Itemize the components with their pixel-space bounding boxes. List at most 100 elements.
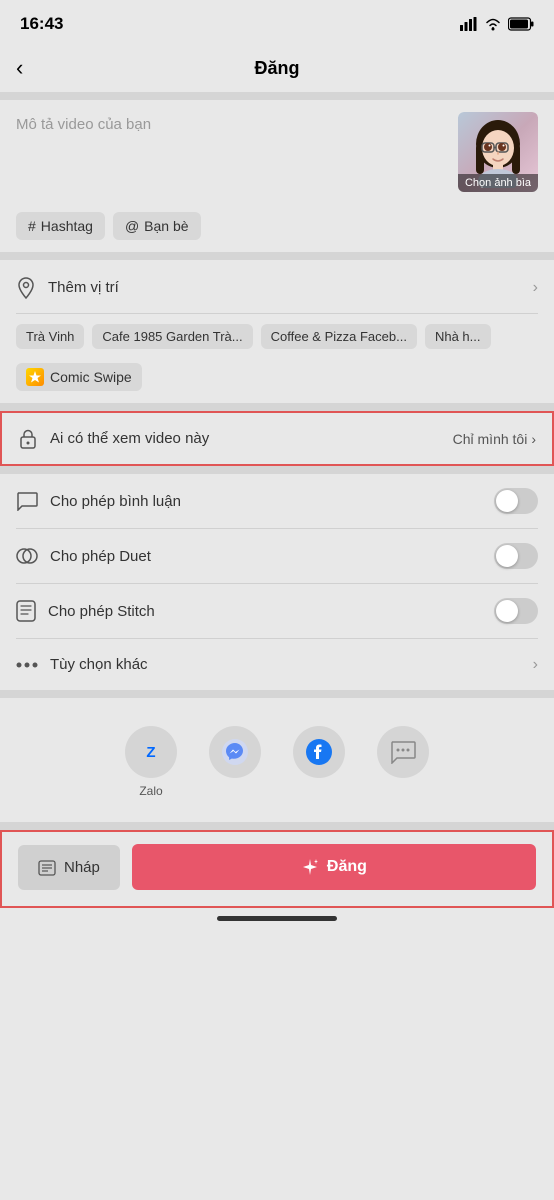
tag-row: # Hashtag @ Bạn bè (0, 204, 554, 252)
comments-toggle-knob (496, 490, 518, 512)
more-options-row[interactable]: Tùy chọn khác › (0, 639, 554, 690)
hashtag-label: Hashtag (41, 218, 93, 234)
home-bar (217, 916, 337, 921)
duet-toggle-knob (496, 545, 518, 567)
who-can-view-text: Chỉ mình tôi (453, 431, 528, 447)
location-left: Thêm vị trí (16, 276, 119, 299)
friends-button[interactable]: @ Bạn bè (113, 212, 201, 240)
share-facebook[interactable] (293, 726, 345, 798)
message-svg (390, 740, 416, 764)
draft-label: Nháp (64, 859, 100, 876)
share-message[interactable] (377, 726, 429, 798)
status-icons (460, 17, 534, 31)
post-label: Đăng (327, 858, 367, 876)
section-divider-2 (0, 252, 554, 260)
comments-icon (16, 490, 38, 513)
status-time: 16:43 (20, 14, 63, 34)
chip-tra-vinh[interactable]: Trà Vinh (16, 324, 84, 349)
friends-label: Bạn bè (144, 218, 188, 234)
duet-toggle[interactable] (494, 543, 538, 569)
back-button[interactable]: ‹ (16, 55, 23, 81)
location-section: Thêm vị trí › (0, 262, 554, 314)
duet-icon (16, 545, 38, 568)
stitch-svg (16, 600, 36, 622)
comments-label: Cho phép bình luận (50, 493, 181, 510)
add-location-row[interactable]: Thêm vị trí › (16, 262, 538, 314)
location-icon (16, 276, 36, 299)
video-thumbnail[interactable]: Chọn ảnh bìa (458, 112, 538, 192)
stitch-toggle[interactable] (494, 598, 538, 624)
zalo-label: Zalo (139, 784, 162, 798)
draft-icon (38, 859, 56, 876)
stitch-left: Cho phép Stitch (16, 600, 155, 623)
who-can-view-value: Chỉ mình tôi › (453, 431, 536, 447)
location-chevron: › (533, 279, 538, 297)
add-location-label: Thêm vị trí (48, 279, 119, 296)
wifi-icon (484, 17, 502, 31)
chip-nha[interactable]: Nhà h... (425, 324, 491, 349)
share-zalo[interactable]: Z Zalo (125, 726, 177, 798)
battery-icon (508, 17, 534, 31)
draft-button[interactable]: Nháp (18, 845, 120, 890)
section-divider-5 (0, 690, 554, 698)
share-messenger[interactable] (209, 726, 261, 798)
dots-svg (16, 662, 38, 668)
status-bar: 16:43 (0, 0, 554, 44)
bottom-buttons-section: Nháp Đăng (0, 830, 554, 908)
settings-section: Cho phép bình luận Cho phép Duet (0, 474, 554, 690)
stitch-icon (16, 600, 36, 623)
section-divider-3 (0, 403, 554, 411)
lock-icon (18, 427, 38, 450)
home-indicator (0, 908, 554, 933)
sparkle-svg (301, 858, 319, 876)
header: ‹ Đăng (0, 44, 554, 92)
messenger-icon[interactable] (209, 726, 261, 778)
location-chips-row: Trà Vinh Cafe 1985 Garden Trà... Coffee … (0, 314, 554, 359)
chip-cafe-1985[interactable]: Cafe 1985 Garden Trà... (92, 324, 252, 349)
star-icon (28, 370, 42, 384)
cover-label[interactable]: Chọn ảnh bìa (458, 174, 538, 192)
message-icon[interactable] (377, 726, 429, 778)
facebook-svg (305, 738, 333, 766)
more-options-chevron: › (533, 656, 538, 674)
who-can-view-chevron: › (531, 431, 536, 447)
header-title: Đăng (255, 58, 300, 79)
section-divider-4 (0, 466, 554, 474)
duet-label: Cho phép Duet (50, 548, 151, 565)
comments-toggle[interactable] (494, 488, 538, 514)
allow-duet-row[interactable]: Cho phép Duet (0, 529, 554, 583)
draft-svg (38, 860, 56, 876)
stitch-toggle-knob (496, 600, 518, 622)
more-icon (16, 653, 38, 676)
who-can-view-section: Ai có thể xem video này Chỉ mình tôi › (0, 411, 554, 466)
who-can-view-row[interactable]: Ai có thể xem video này Chỉ mình tôi › (2, 413, 552, 464)
who-can-view-label: Ai có thể xem video này (50, 430, 209, 447)
more-options-label: Tùy chọn khác (50, 656, 148, 673)
duet-svg (16, 546, 38, 566)
stitch-label: Cho phép Stitch (48, 603, 155, 620)
special-chips-row: Comic Swipe (0, 359, 554, 403)
video-description-placeholder[interactable]: Mô tả video của bạn (16, 112, 458, 133)
allow-comments-row[interactable]: Cho phép bình luận (0, 474, 554, 528)
signal-icon (460, 17, 478, 31)
at-icon: @ (125, 218, 139, 234)
comic-swipe-chip[interactable]: Comic Swipe (16, 363, 142, 391)
lock-svg (18, 428, 38, 450)
who-can-view-left: Ai có thể xem video này (18, 427, 209, 450)
pin-icon (16, 277, 36, 299)
more-left: Tùy chọn khác (16, 653, 148, 676)
section-divider-6 (0, 822, 554, 830)
section-divider-top (0, 92, 554, 100)
comic-swipe-icon (26, 368, 44, 386)
zalo-icon[interactable]: Z (125, 726, 177, 778)
hashtag-icon: # (28, 218, 36, 234)
share-section: Z Zalo (0, 698, 554, 822)
hashtag-button[interactable]: # Hashtag (16, 212, 105, 240)
comment-svg (16, 491, 38, 511)
allow-stitch-row[interactable]: Cho phép Stitch (0, 584, 554, 638)
post-icon (301, 858, 319, 876)
chip-coffee-pizza[interactable]: Coffee & Pizza Faceb... (261, 324, 417, 349)
facebook-icon[interactable] (293, 726, 345, 778)
post-button[interactable]: Đăng (132, 844, 536, 890)
share-icons-row: Z Zalo (0, 718, 554, 806)
